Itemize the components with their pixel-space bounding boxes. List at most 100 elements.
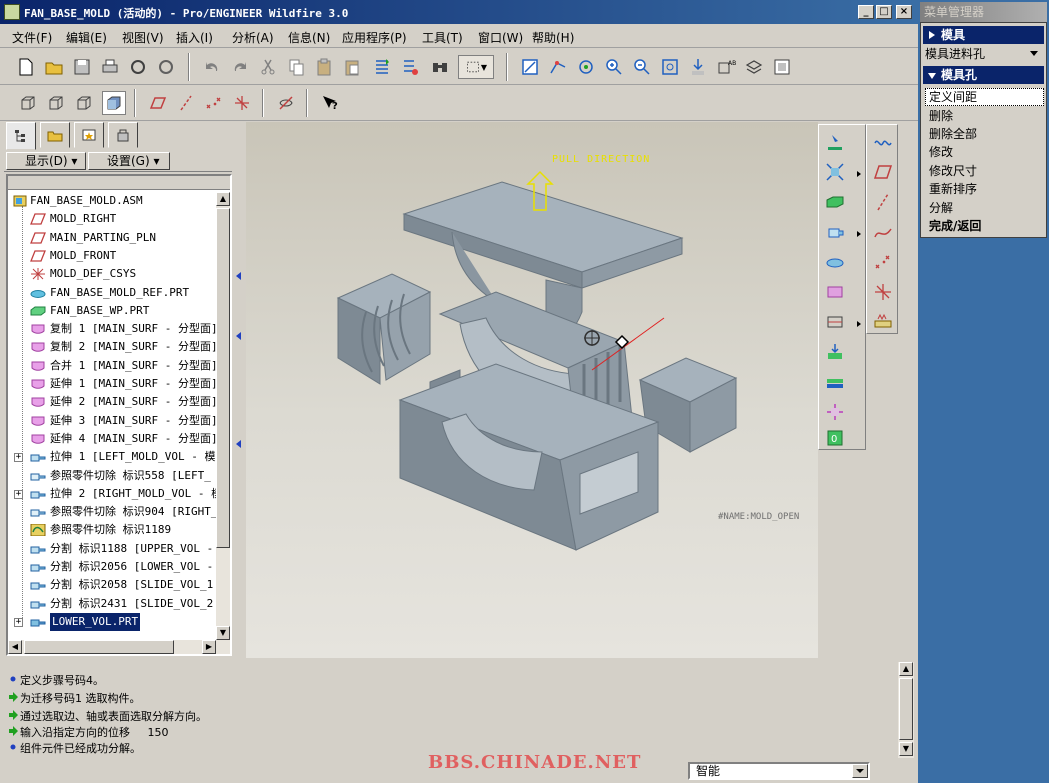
tree-item[interactable]: + LOWER_VOL.PRT [8,612,216,631]
tree-item[interactable]: + 拉伸 2 [RIGHT_MOLD_VOL - 模具体积块] [8,485,216,503]
menu-view[interactable]: 视图(V) [122,29,164,46]
spin-center-icon[interactable] [546,55,570,79]
datum-csys-icon[interactable] [869,279,897,305]
orient-mode-icon[interactable] [574,55,598,79]
close-button[interactable]: × [896,5,912,19]
mold-assembly-icon[interactable] [821,129,849,155]
datum-plane-icon[interactable] [869,159,897,185]
menu-info[interactable]: 信息(N) [288,29,330,46]
tree-item[interactable]: FAN_BASE_MOLD.ASM [8,192,216,210]
hidden-line-icon[interactable] [44,91,68,115]
parting-surface-icon[interactable] [821,249,849,275]
email-icon[interactable] [126,55,150,79]
tree-vertical-scrollbar[interactable]: ▲ ▼ [216,192,230,640]
tree-item[interactable]: 延伸 4 [MAIN_SURF - 分型面] [8,430,216,448]
collapse-left-icon[interactable] [236,440,241,448]
datum-curve-icon[interactable] [869,219,897,245]
datum-plane-toggle-icon[interactable] [146,91,170,115]
menu-item-explode[interactable]: 分解 [929,199,953,217]
scroll-thumb[interactable] [899,678,913,740]
model-tree-tab[interactable] [6,122,36,150]
menu-applications[interactable]: 应用程序(P) [342,29,407,46]
split-volume-icon[interactable] [821,309,849,335]
cut-icon[interactable] [256,55,280,79]
folder-browser-tab[interactable] [40,122,70,148]
scroll-left-button[interactable]: ◀ [8,640,22,654]
wireframe-icon[interactable] [16,91,40,115]
regenerate-icon[interactable] [370,55,394,79]
analysis-feature-icon[interactable] [869,307,897,333]
favorites-tab[interactable] [74,122,104,148]
csys-toggle-icon[interactable] [230,91,254,115]
datum-axis-toggle-icon[interactable] [174,91,198,115]
saved-views-icon[interactable]: AB [714,55,738,79]
hscroll-thumb[interactable] [24,640,174,654]
settings-menu-button[interactable]: 设置(G) ▾ [88,152,170,170]
scroll-up-button[interactable]: ▲ [899,662,913,676]
menu-help[interactable]: 帮助(H) [532,29,574,46]
menu-edit[interactable]: 编辑(E) [66,29,107,46]
print-icon[interactable] [98,55,122,79]
datum-axis-icon[interactable] [869,189,897,215]
selection-box-dropdown[interactable]: ▼ [458,55,494,79]
tree-item[interactable]: MOLD_DEF_CSYS [8,265,216,283]
scroll-down-button[interactable]: ▼ [899,742,913,756]
menu-item-define-spacing[interactable]: 定义间距 [929,88,977,106]
extract-component-icon[interactable] [821,339,849,365]
copy-icon[interactable] [284,55,308,79]
find-binoculars-icon[interactable] [428,55,452,79]
message-scrollbar[interactable]: ▲ ▼ [898,662,914,758]
tree-item[interactable]: FAN_BASE_MOLD_REF.PRT [8,284,216,302]
workpiece-icon[interactable] [821,189,849,215]
new-file-icon[interactable] [14,55,38,79]
scroll-down-button[interactable]: ▼ [216,626,230,640]
zoom-out-icon[interactable] [630,55,654,79]
tree-item[interactable]: 参照零件切除 标识558 [LEFT_ [8,467,216,485]
no-hidden-icon[interactable] [72,91,96,115]
chevron-down-icon[interactable] [852,764,868,778]
connections-tab[interactable] [108,122,138,148]
maximize-button[interactable]: □ [876,5,892,19]
mold-open-icon[interactable] [821,399,849,425]
tree-item[interactable]: 分割 标识2431 [SLIDE_VOL_2 [8,595,216,613]
paste-special-icon[interactable] [340,55,364,79]
tree-item[interactable]: MOLD_FRONT [8,247,216,265]
draft-check-icon[interactable]: 0 [821,425,849,451]
selection-filter-dropdown[interactable]: 智能 [688,762,870,780]
menu-item-modify-dims[interactable]: 修改尺寸 [929,162,977,180]
context-help-icon[interactable]: ? [318,91,342,115]
collapse-left-icon[interactable] [236,332,241,340]
menu-item-reorder[interactable]: 重新排序 [929,180,977,198]
flyout-arrow-icon[interactable] [857,231,861,237]
paste-icon[interactable] [312,55,336,79]
shading-icon[interactable] [102,91,126,115]
email-link-icon[interactable] [154,55,178,79]
tree-item[interactable]: 参照零件切除 标识904 [RIGHT_ [8,503,216,521]
flyout-arrow-icon[interactable] [857,321,861,327]
undo-icon[interactable] [200,55,224,79]
tree-item[interactable]: 分割 标识2056 [LOWER_VOL - [8,558,216,576]
spin-center-toggle-icon[interactable] [274,91,298,115]
menu-item-delete-all[interactable]: 删除全部 [929,125,977,143]
tree-item[interactable]: 分割 标识1188 [UPPER_VOL - [8,540,216,558]
reorient-icon[interactable] [686,55,710,79]
datum-point-icon[interactable] [869,249,897,275]
layers-icon[interactable] [742,55,766,79]
minimize-button[interactable]: _ [858,5,874,19]
menu-window[interactable]: 窗口(W) [478,29,523,46]
mold-hole-menu-header[interactable]: 模具孔 [923,66,1044,84]
tree-item[interactable]: FAN_BASE_WP.PRT [8,302,216,320]
tree-item[interactable]: MAIN_PARTING_PLN [8,229,216,247]
expand-toggle-icon[interactable]: + [14,617,23,627]
tree-item[interactable]: 复制 1 [MAIN_SURF - 分型面] [8,320,216,338]
save-icon[interactable] [70,55,94,79]
mold-feed-hole-dropdown[interactable]: 模具进料孔 [925,45,1044,63]
expand-toggle-icon[interactable]: + [14,453,23,463]
menu-item-done-return[interactable]: 完成/返回 [929,217,981,235]
scroll-thumb[interactable] [216,208,230,548]
open-folder-icon[interactable] [42,55,66,79]
collapse-left-icon[interactable] [236,272,241,280]
show-menu-button[interactable]: 显示(D) ▾ [6,152,86,170]
datum-point-toggle-icon[interactable] [202,91,226,115]
tree-item[interactable]: 延伸 3 [MAIN_SURF - 分型面] [8,412,216,430]
